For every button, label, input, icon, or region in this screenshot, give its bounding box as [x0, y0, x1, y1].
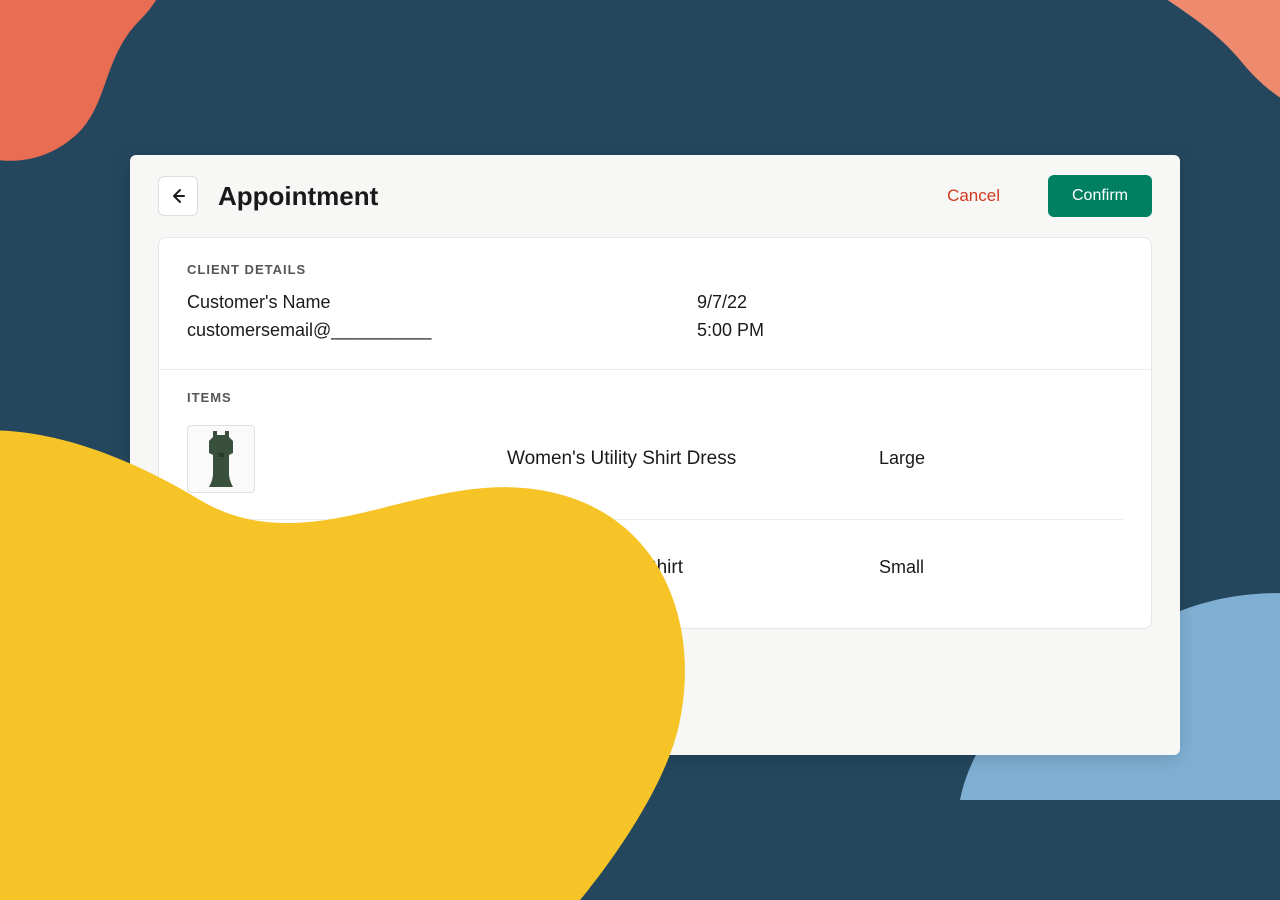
client-identity: Customer's Name customersemail@_________…	[187, 289, 617, 345]
client-name: Customer's Name	[187, 289, 617, 317]
confirm-button[interactable]: Confirm	[1048, 175, 1152, 217]
window-header: Appointment Cancel Confirm	[130, 155, 1180, 237]
arrow-left-icon	[168, 186, 188, 206]
decorative-blob	[0, 340, 930, 900]
section-heading: CLIENT DETAILS	[187, 262, 1123, 277]
back-button[interactable]	[158, 176, 198, 216]
cancel-button[interactable]: Cancel	[947, 186, 1000, 206]
appointment-date: 9/7/22	[697, 289, 764, 317]
client-datetime: 9/7/22 5:00 PM	[697, 289, 764, 345]
page-title: Appointment	[218, 181, 927, 212]
